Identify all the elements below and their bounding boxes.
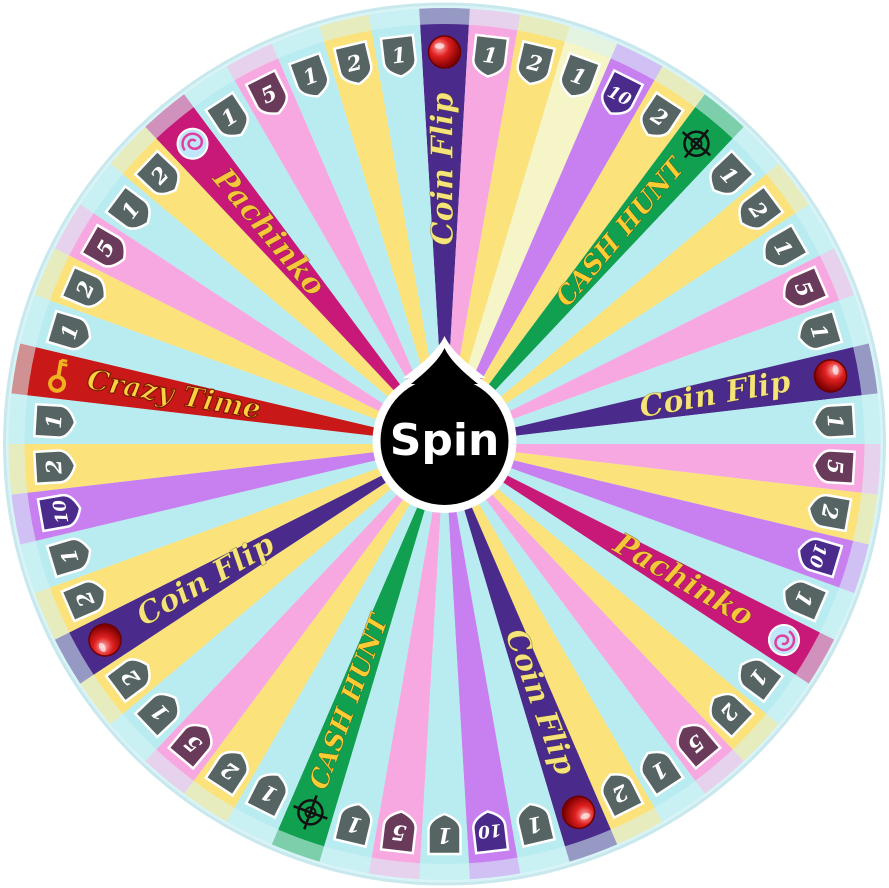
red-ball-icon: [427, 35, 462, 69]
wheel-rim-band: [861, 444, 881, 495]
number-badge-value: 1: [481, 42, 498, 69]
number-badge-value: 1: [390, 42, 407, 69]
number-badge: 1: [32, 402, 77, 439]
number-badge-value: 10: [49, 498, 73, 525]
wheel-rim-band: [419, 863, 470, 880]
spin-label[interactable]: Spin: [390, 415, 500, 466]
wheel-rim-band: [861, 393, 881, 444]
number-badge-value: 2: [41, 459, 67, 476]
number-badge: 1: [812, 402, 857, 439]
spin-wheel[interactable]: 1 2 11021215115210112512110151125122110211…: [0, 0, 889, 888]
wheel-rim-band: [419, 8, 470, 25]
number-badge: 2: [32, 449, 77, 486]
number-badge-value: 5: [390, 820, 407, 847]
bonus-label: Coin Flip: [426, 93, 461, 246]
number-badge-value: 1: [41, 413, 67, 429]
number-badge-value: 5: [822, 459, 848, 475]
number-badge-value: 1: [437, 823, 452, 848]
number-badge: 1: [427, 812, 462, 856]
number-badge: 5: [812, 449, 857, 486]
number-badge-value: 1: [822, 413, 848, 429]
wheel-rim-band: [8, 444, 28, 495]
wheel-rim-band: [8, 393, 28, 444]
